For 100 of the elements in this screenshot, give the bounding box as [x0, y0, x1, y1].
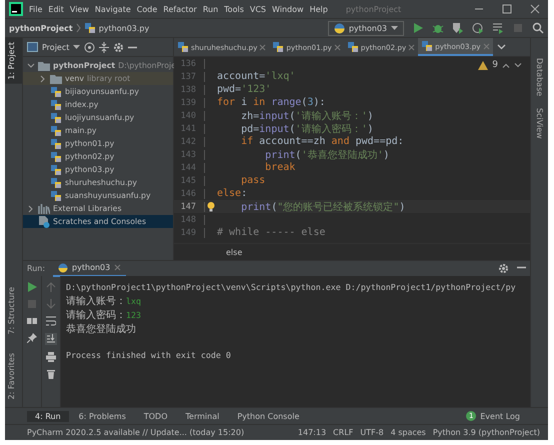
menu-item[interactable]: Code — [136, 4, 158, 14]
line-number: 139 — [174, 98, 205, 108]
panel-title[interactable]: Project — [42, 42, 70, 52]
python-file-icon — [346, 41, 359, 53]
search-icon[interactable] — [532, 22, 544, 34]
tool-window-button[interactable]: Terminal — [178, 410, 228, 422]
line-number: 145 — [174, 176, 205, 186]
warning-count: 9 — [492, 60, 498, 70]
caret-icon — [391, 26, 398, 30]
line-number: 140 — [174, 110, 205, 120]
settings-icon[interactable] — [113, 42, 124, 52]
chevron-down-icon[interactable] — [514, 62, 522, 68]
close-icon[interactable] — [114, 264, 122, 271]
trash-icon[interactable] — [46, 369, 56, 379]
output-text: 请输入账号： — [66, 294, 126, 308]
line-number: 142 — [174, 136, 205, 146]
breadcrumb-item[interactable]: pythonProject — [9, 24, 73, 32]
close-icon[interactable] — [334, 44, 341, 50]
caret-icon — [73, 44, 80, 50]
tool-window-button[interactable]: 6: Problems — [70, 410, 134, 422]
bug-icon[interactable] — [432, 22, 444, 34]
library-icon — [38, 204, 50, 214]
gauge-play-icon[interactable] — [472, 22, 484, 34]
menu-item[interactable]: Window — [272, 4, 304, 14]
python-file-icon — [50, 176, 62, 188]
typed-text: 123 — [126, 310, 141, 320]
list-play-icon[interactable] — [492, 22, 504, 34]
tool-window-tab[interactable]: 7: Structure — [5, 282, 22, 339]
tool-window-button[interactable]: 4: Run — [27, 410, 69, 422]
tool-window-tab[interactable]: 2: Favorites — [5, 348, 22, 403]
line-number: 148 — [174, 214, 205, 224]
python-file-icon — [50, 124, 62, 136]
breadcrumb-item[interactable]: python03.py — [98, 24, 150, 32]
status-item[interactable]: CRLF — [333, 428, 354, 437]
close-icon[interactable] — [530, 4, 540, 14]
warning-icon — [478, 60, 488, 70]
python-file-icon — [421, 40, 434, 52]
menu-item[interactable]: Navigate — [94, 4, 131, 14]
menu-item[interactable]: Run — [202, 4, 218, 14]
menu-item[interactable]: Tools — [224, 4, 244, 14]
soft-wrap-icon[interactable] — [46, 316, 56, 326]
line-number: 138 — [174, 84, 205, 94]
python-file-icon — [50, 138, 62, 150]
python-file-icon — [50, 112, 62, 124]
code-line: zh=input('请输入账号：') — [240, 110, 374, 122]
code-line: print("您的账号已经被系统锁定") — [240, 200, 406, 214]
collapse-icon[interactable] — [99, 42, 110, 52]
code-line: # while ----- else — [217, 227, 326, 238]
menu-item[interactable]: View — [70, 4, 89, 14]
panel-icon — [27, 42, 38, 52]
run-icon[interactable] — [412, 22, 424, 34]
status-item[interactable]: UTF-8 — [360, 428, 384, 437]
line-number: 144 — [174, 162, 205, 172]
run-configuration-dropdown[interactable]: python03 — [328, 20, 404, 36]
print-icon[interactable] — [46, 352, 56, 362]
menu-item[interactable]: Refactor — [163, 4, 197, 14]
code-line: account='lxq' — [217, 71, 296, 82]
code-line: for i in range(3): — [217, 97, 326, 108]
line-number: 137 — [174, 72, 205, 82]
settings-icon[interactable] — [498, 263, 509, 274]
status-item[interactable]: Python 3.9 (pythonProject) — [432, 428, 540, 437]
line-number: 143 — [174, 150, 205, 160]
panel-title: Run: — [27, 264, 46, 273]
menu-item[interactable]: Help — [310, 4, 328, 14]
window-title: pythonProject — [346, 4, 402, 14]
chevron-down-icon[interactable] — [496, 44, 506, 50]
python-icon — [58, 262, 68, 272]
target-icon[interactable] — [84, 42, 96, 52]
status-item[interactable]: 147:13 — [298, 428, 326, 437]
breadcrumb-item[interactable]: else — [226, 248, 242, 256]
maximize-icon[interactable] — [502, 4, 512, 14]
close-icon[interactable] — [408, 44, 416, 50]
python-file-icon — [50, 150, 62, 162]
tool-window-button[interactable]: TODO — [136, 410, 176, 422]
chevron-icon — [76, 23, 81, 33]
python-file-icon — [272, 41, 284, 53]
scroll-to-end-icon[interactable] — [45, 333, 57, 345]
status-item[interactable]: 4 spaces — [390, 428, 426, 437]
shield-play-icon[interactable] — [452, 22, 464, 34]
pin-icon[interactable] — [27, 333, 37, 343]
line-number: 136 — [174, 58, 205, 68]
code-line: print('恭喜您登陆成功') — [264, 148, 390, 162]
typed-text: lxq — [126, 296, 141, 306]
rerun-icon[interactable] — [27, 282, 37, 292]
scratch-file-icon — [38, 216, 50, 228]
menu-item[interactable]: VCS — [250, 4, 266, 14]
tool-window-tab[interactable]: SciView — [535, 108, 544, 139]
line-number: 149 — [174, 228, 205, 238]
chevron-up-icon[interactable] — [502, 62, 510, 68]
python-file-icon — [50, 86, 62, 98]
line-number: 141 — [174, 124, 205, 134]
tool-window-tab[interactable]: 1: Project — [5, 38, 22, 84]
output-text: 请输入密码： — [66, 308, 126, 322]
close-icon[interactable] — [259, 44, 266, 50]
code-line: if account==zh and pwd==pd: — [240, 136, 404, 147]
tool-window-button[interactable]: Python Console — [229, 410, 308, 422]
menu-item[interactable]: Edit — [48, 4, 64, 14]
menu-item[interactable]: File — [29, 4, 42, 14]
layout-icon[interactable] — [27, 316, 37, 326]
tool-window-tab[interactable]: Database — [535, 58, 544, 96]
